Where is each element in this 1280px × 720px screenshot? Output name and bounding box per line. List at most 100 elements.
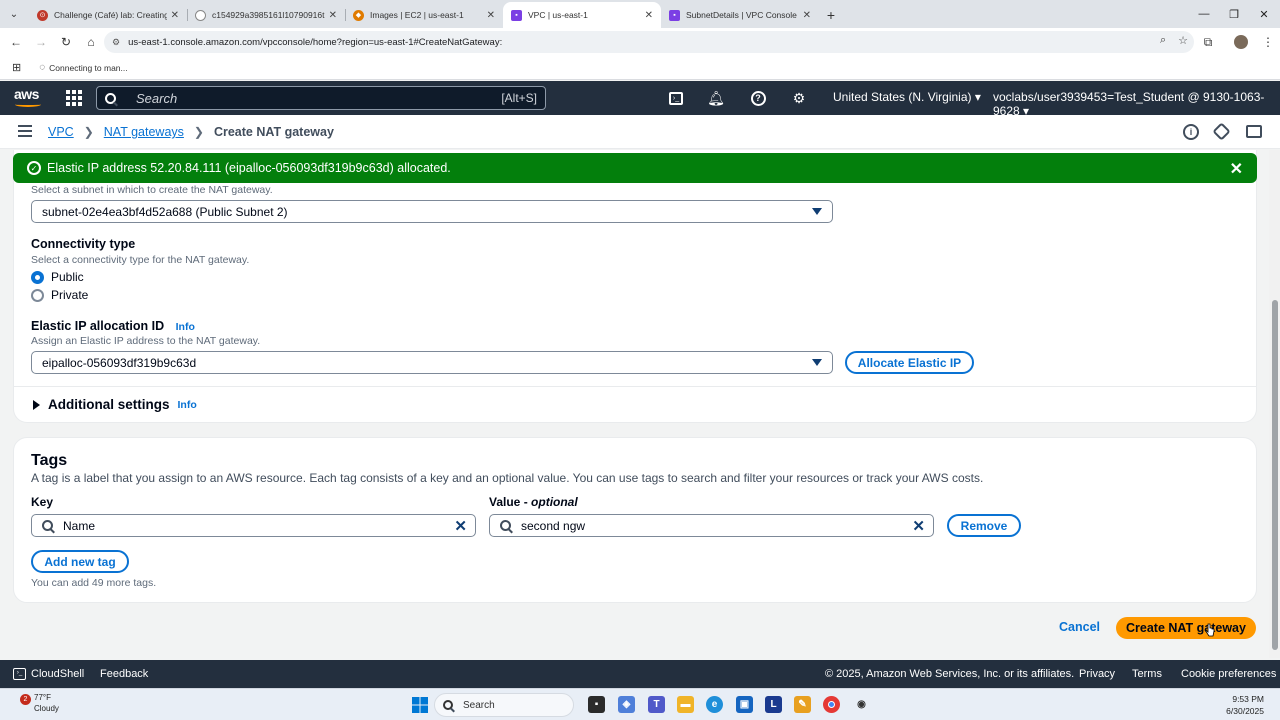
tags-heading: Tags [31, 452, 68, 469]
caret-down-icon [812, 208, 822, 215]
clear-value-icon[interactable]: ✕ [912, 517, 925, 535]
site-info-icon[interactable]: ⚙ [112, 37, 120, 48]
search-placeholder: Search [136, 90, 178, 106]
tab-close-icon[interactable]: ✕ [803, 10, 811, 21]
clock-time: 9:53 PM [1232, 694, 1264, 704]
add-new-tag-button[interactable]: Add new tag [31, 550, 129, 573]
footer-terms-link[interactable]: Terms [1132, 668, 1162, 680]
teams-icon[interactable]: T [648, 696, 665, 713]
connectivity-description: Select a connectivity type for the NAT g… [31, 254, 250, 266]
chevron-right-icon: ❯ [193, 125, 204, 139]
minimize-icon[interactable]: — [1188, 0, 1220, 28]
subnet-select[interactable]: subnet-02e4ea3bf4d52a688 (Public Subnet … [31, 200, 833, 223]
info-panel-icon[interactable]: i [1183, 124, 1199, 140]
clear-key-icon[interactable]: ✕ [454, 517, 467, 535]
windows-start-icon[interactable] [411, 696, 428, 713]
app-icon[interactable]: ✎ [794, 696, 811, 713]
caret-right-icon [33, 399, 40, 410]
services-menu-icon[interactable] [64, 89, 84, 107]
additional-settings-expander[interactable]: Additional settings Info [33, 397, 197, 412]
new-tab-icon[interactable]: + [819, 3, 843, 27]
browser-tab[interactable]: ◆ Images | EC2 | us-east-1 ✕ [345, 2, 503, 28]
notifications-bell-icon[interactable]: 🔔︎ [706, 89, 726, 107]
breadcrumb-vpc[interactable]: VPC [48, 125, 74, 139]
apps-grid-icon[interactable]: ⊞ [12, 61, 21, 74]
tab-close-icon[interactable]: ✕ [171, 10, 179, 21]
weather-desc: Cloudy [34, 704, 59, 713]
status-text: Connecting to man... [49, 62, 128, 73]
tags-panel: Tags A tag is a label that you assign to… [13, 437, 1257, 603]
region-selector[interactable]: United States (N. Virginia) ▾ [833, 90, 981, 104]
eip-allocation-select[interactable]: eipalloc-056093df319b9c63d [31, 351, 833, 374]
bookmarks-bar: ⊞ ◌ Connecting to man... [0, 56, 1280, 80]
taskbar-search[interactable]: Search [434, 693, 574, 717]
browser-tab[interactable]: c154929a3985161l10790916t1w ✕ [187, 2, 345, 28]
home-icon[interactable]: ⌂ [79, 30, 103, 54]
weather-widget[interactable]: 2 77°F Cloudy [16, 692, 59, 714]
scrollbar-thumb[interactable] [1272, 300, 1278, 650]
tag-key-input[interactable]: Name ✕ [31, 514, 476, 537]
allocate-elastic-ip-button[interactable]: Allocate Elastic IP [845, 351, 974, 374]
tab-favicon-icon: ▪ [511, 9, 522, 21]
close-window-icon[interactable]: ✕ [1248, 0, 1280, 28]
settings-gear-icon[interactable]: ⚙ [789, 89, 809, 107]
footer-cloudshell-link[interactable]: CloudShell [31, 668, 84, 680]
footer-privacy-link[interactable]: Privacy [1079, 668, 1115, 680]
remove-tag-button[interactable]: Remove [947, 514, 1021, 537]
browser-tab[interactable]: ▪ SubnetDetails | VPC Console ✕ [661, 2, 819, 28]
tab-close-icon[interactable]: ✕ [329, 10, 337, 21]
tag-value-input[interactable]: second ngw ✕ [489, 514, 934, 537]
footer-cookie-preferences-link[interactable]: Cookie preferences [1181, 668, 1276, 680]
aws-logo[interactable]: aws [14, 86, 42, 110]
copilot-icon[interactable]: ◈ [618, 696, 635, 713]
close-icon[interactable]: ✕ [1230, 159, 1243, 179]
store-icon[interactable]: ▣ [736, 696, 753, 713]
eip-description: Assign an Elastic IP address to the NAT … [31, 335, 261, 347]
profile-avatar[interactable] [1229, 30, 1253, 54]
help-icon[interactable]: ? [748, 89, 768, 107]
radio-unselected-icon[interactable] [31, 288, 44, 302]
cancel-button[interactable]: Cancel [1059, 620, 1100, 634]
radio-selected-icon[interactable] [31, 270, 44, 284]
aws-search-input[interactable]: Search [Alt+S] [96, 86, 546, 110]
feedback-panel-icon[interactable] [1246, 125, 1262, 138]
restore-icon[interactable]: ❐ [1218, 0, 1250, 28]
edge-icon[interactable]: e [706, 696, 723, 713]
browser-tab[interactable]: ⊙ Challenge (Café) lab: Creating a ✕ [29, 2, 187, 28]
back-icon[interactable]: ← [4, 30, 28, 54]
radio-public[interactable]: Public [31, 270, 84, 284]
additional-settings-info-link[interactable]: Info [178, 399, 197, 411]
eip-info-link[interactable]: Info [176, 321, 195, 333]
footer-feedback-link[interactable]: Feedback [100, 668, 148, 680]
tab-close-icon[interactable]: ✕ [487, 10, 495, 21]
account-menu[interactable]: voclabs/user3939453=Test_Student @ 9130-… [993, 90, 1280, 118]
resource-icon[interactable] [1212, 122, 1231, 141]
radio-private[interactable]: Private [31, 288, 88, 302]
tag-key-label: Key [31, 495, 54, 509]
extensions-icon[interactable]: ⧉ [1196, 30, 1220, 54]
chrome-icon[interactable] [823, 696, 840, 713]
file-explorer-icon[interactable]: ▬ [677, 696, 694, 713]
tab-favicon-icon: ◆ [353, 9, 364, 21]
reload-icon[interactable]: ↻ [54, 30, 78, 54]
tab-title: VPC | us-east-1 [528, 10, 588, 20]
bookmark-star-icon[interactable]: ☆ [1178, 34, 1188, 47]
url-field[interactable]: ⚙ us-east-1.console.amazon.com/vpcconsol… [104, 31, 1194, 53]
chevron-right-icon: ❯ [83, 125, 94, 139]
tab-close-icon[interactable]: ✕ [645, 10, 653, 21]
tab-search-icon[interactable]: ⌄ [3, 3, 25, 25]
cloudshell-icon[interactable]: ›_ [666, 89, 686, 107]
task-view-icon[interactable]: ▪ [588, 696, 605, 713]
breadcrumb-nat-gateways[interactable]: NAT gateways [104, 125, 184, 139]
tag-value-optional: optional [531, 495, 578, 509]
l-app-icon[interactable]: L [765, 696, 782, 713]
create-nat-gateway-button[interactable]: Create NAT gateway [1116, 617, 1256, 639]
browser-tab-active[interactable]: ▪ VPC | us-east-1 ✕ [503, 2, 661, 28]
zoom-icon[interactable]: ⌕ [1160, 34, 1166, 47]
app-icon[interactable]: ◉ [853, 696, 870, 713]
forward-icon[interactable]: → [29, 30, 53, 54]
side-nav-menu-icon[interactable] [18, 125, 32, 137]
browser-menu-icon[interactable]: ⋮ [1256, 30, 1280, 54]
section-divider [14, 386, 1256, 387]
taskbar-clock[interactable]: 9:53 PM 6/30/2025 [1226, 693, 1264, 717]
